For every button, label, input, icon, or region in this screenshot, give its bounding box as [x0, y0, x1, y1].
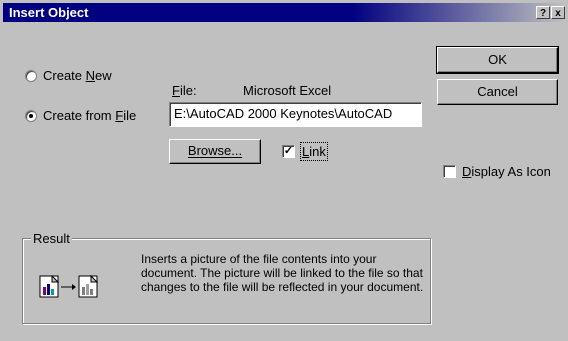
cancel-button[interactable]: Cancel	[437, 79, 558, 105]
create-new-label-pre: Create	[43, 68, 86, 83]
create-from-file-radio[interactable]	[25, 110, 37, 122]
create-from-file-label-pre: Create from	[43, 108, 116, 123]
file-label-rest: ile:	[179, 83, 197, 98]
ok-button[interactable]: OK	[436, 46, 559, 74]
result-group-title: Result	[31, 231, 72, 246]
title-bar[interactable]: Insert Object ? x	[3, 3, 565, 22]
display-as-icon-label-rest: isplay As Icon	[471, 164, 551, 179]
file-label: File:	[172, 83, 197, 98]
link-label[interactable]: Link	[300, 142, 328, 161]
link-checkbox[interactable]: ✓	[282, 145, 295, 158]
create-from-file-label[interactable]: Create from File	[43, 108, 136, 123]
create-new-label-post: ew	[95, 68, 112, 83]
result-description: Inserts a picture of the file contents i…	[141, 252, 424, 294]
close-button[interactable]: x	[551, 6, 565, 19]
create-new-mnemonic: N	[85, 68, 96, 83]
link-label-rest: ink	[309, 144, 326, 159]
display-as-icon-mnemonic: D	[462, 164, 472, 179]
create-from-file-label-post: ile	[123, 108, 137, 123]
file-label-mnemonic: F	[172, 83, 180, 98]
insert-linked-picture-icon	[39, 274, 119, 299]
radio-selected-dot	[29, 114, 33, 118]
dialog-title: Insert Object	[9, 5, 89, 20]
create-new-radio[interactable]	[25, 70, 37, 82]
browse-button-label: Browse...	[187, 143, 243, 158]
insert-object-dialog: Insert Object ? x Create New Create from…	[0, 0, 568, 341]
browse-button[interactable]: Browse...	[169, 139, 261, 164]
help-button[interactable]: ?	[536, 6, 550, 19]
create-from-file-mnemonic: F	[115, 108, 124, 123]
display-as-icon-checkbox[interactable]	[443, 165, 456, 178]
file-path-input[interactable]: E:\AutoCAD 2000 Keynotes\AutoCAD	[169, 102, 422, 127]
result-group: Result Inserts a picture of the file con…	[22, 231, 431, 324]
create-new-label[interactable]: Create New	[43, 68, 112, 83]
file-type-text: Microsoft Excel	[243, 83, 332, 98]
display-as-icon-label[interactable]: Display As Icon	[462, 164, 551, 179]
